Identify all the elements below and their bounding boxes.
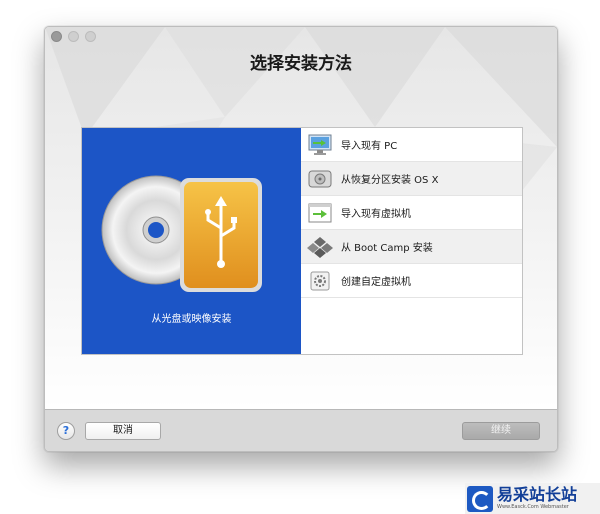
help-button[interactable]: ?	[57, 422, 75, 440]
cancel-button[interactable]: 取消	[85, 422, 161, 440]
continue-button[interactable]: 继续	[462, 422, 540, 440]
window-footer: ? 取消 继续	[45, 409, 557, 451]
watermark-title: 易采站长站	[497, 485, 578, 504]
pc-monitor-icon	[308, 134, 332, 155]
option-label: 从恢复分区安装 OS X	[341, 175, 439, 186]
hard-drive-icon	[308, 170, 332, 187]
option-import-pc[interactable]: 导入现有 PC	[301, 128, 522, 162]
option-label: 从 Boot Camp 安装	[341, 243, 433, 254]
close-window-button[interactable]	[51, 31, 62, 42]
option-recovery-partition[interactable]: 从恢复分区安装 OS X	[301, 162, 522, 196]
install-from-disc-option[interactable]: 从光盘或映像安装	[82, 128, 301, 354]
option-custom-vm[interactable]: 创建自定虚拟机	[301, 264, 522, 298]
watermark-subtitle: Www.Easck.Com Webmaster	[497, 504, 569, 510]
site-watermark: 易采站长站 Www.Easck.Com Webmaster	[465, 483, 600, 514]
page-title: 选择安装方法	[250, 54, 352, 74]
window-controls	[51, 31, 96, 42]
install-options-list: 导入现有 PC 从恢复分区安装 OS X 导入现有虚拟机 从 Boot Camp…	[301, 128, 522, 354]
install-method-panel: 从光盘或映像安装 导入现有 PC 从恢复分区安装 OS X 导入现有虚拟机 从 …	[81, 127, 523, 355]
install-from-disc-label: 从光盘或映像安装	[151, 314, 232, 325]
zoom-window-button[interactable]	[85, 31, 96, 42]
disc-and-usb-icon	[101, 175, 262, 292]
custom-vm-gear-icon	[310, 271, 330, 290]
minimize-window-button[interactable]	[68, 31, 79, 42]
site-logo-icon	[467, 485, 493, 512]
option-label: 创建自定虚拟机	[341, 277, 411, 288]
boot-camp-icon	[307, 236, 333, 258]
option-label: 导入现有 PC	[341, 141, 398, 152]
installer-window: 选择安装方法 从光盘或映像安装 导入现有 PC 从恢复分区安装 OS X 导入现…	[44, 26, 558, 452]
option-import-vm[interactable]: 导入现有虚拟机	[301, 196, 522, 230]
option-label: 导入现有虚拟机	[341, 209, 411, 220]
virtual-machine-icon	[308, 203, 332, 222]
option-boot-camp[interactable]: 从 Boot Camp 安装	[301, 230, 522, 264]
